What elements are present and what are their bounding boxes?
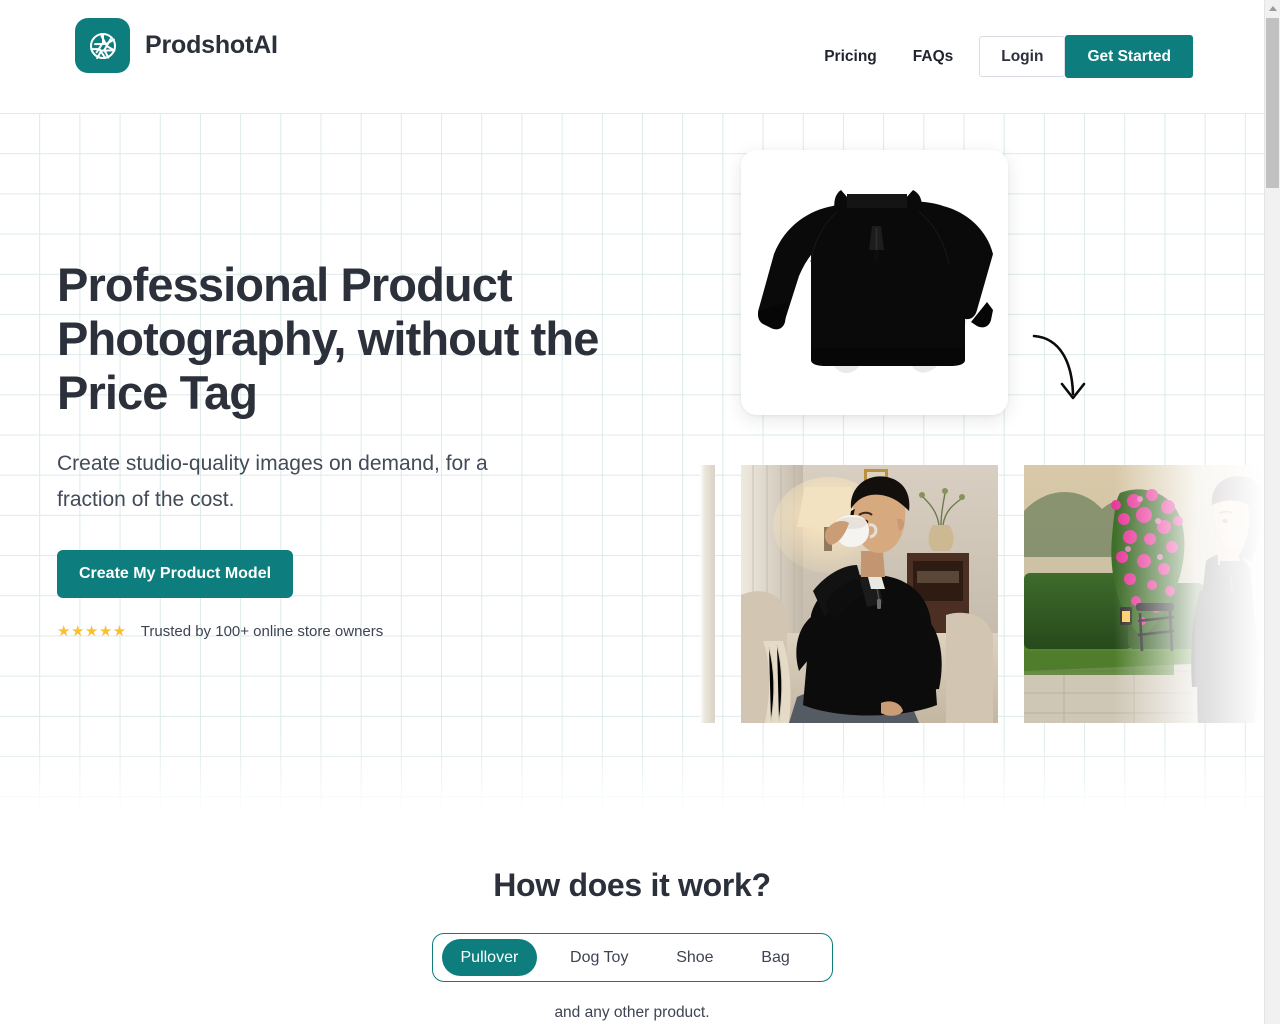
hero-subtitle: Create studio-quality images on demand, … xyxy=(57,452,488,511)
carousel-item[interactable] xyxy=(700,465,715,723)
aperture-icon xyxy=(75,18,130,73)
get-started-button[interactable]: Get Started xyxy=(1065,34,1193,79)
primary-nav: Pricing FAQs Login Get Started xyxy=(824,0,1193,113)
product-photo-card xyxy=(741,150,1008,415)
page-scrollbar[interactable] xyxy=(1264,0,1280,1024)
nav-link-faqs[interactable]: FAQs xyxy=(913,40,953,74)
page-viewport: ProdshotAI Pricing FAQs Login Get Starte… xyxy=(0,0,1264,1024)
grid-fade-overlay xyxy=(0,740,1264,830)
triangle-up-icon[interactable] xyxy=(1265,0,1280,16)
lifestyle-image-carousel[interactable] xyxy=(700,465,1264,723)
how-it-works-title: How does it work? xyxy=(493,867,771,903)
tab-pullover[interactable]: Pullover xyxy=(441,938,538,977)
carousel-track[interactable] xyxy=(700,465,1264,723)
trust-text: Trusted by 100+ online store owners xyxy=(140,622,384,640)
social-proof: ★★★★★ Trusted by 100+ online store owner… xyxy=(57,623,617,640)
product-type-tabs: Pullover Dog Toy Shoe Bag xyxy=(431,933,833,982)
page-title: Professional Product Photography, withou… xyxy=(57,258,599,419)
how-it-works-section: How does it work? Pullover Dog Toy Shoe … xyxy=(0,862,1264,1022)
brand-name: ProdshotAI xyxy=(145,31,278,59)
carousel-item[interactable] xyxy=(741,465,998,723)
brand-logo[interactable]: ProdshotAI xyxy=(75,18,278,73)
scrollbar-thumb[interactable] xyxy=(1266,18,1279,188)
login-button[interactable]: Login xyxy=(979,35,1066,78)
hero-section: Professional Product Photography, withou… xyxy=(57,258,617,640)
curved-down-arrow-icon xyxy=(1026,322,1096,422)
pullover-product-image xyxy=(741,150,1008,415)
carousel-item[interactable] xyxy=(1024,465,1264,723)
star-rating-icon: ★★★★★ xyxy=(57,622,127,640)
tab-shoe[interactable]: Shoe xyxy=(661,940,728,975)
site-header: ProdshotAI Pricing FAQs Login Get Starte… xyxy=(0,0,1264,113)
nav-link-pricing[interactable]: Pricing xyxy=(824,40,877,74)
carousel-fade-overlay xyxy=(1114,465,1264,723)
create-product-model-button[interactable]: Create My Product Model xyxy=(57,550,294,598)
tab-dog-toy[interactable]: Dog Toy xyxy=(555,940,643,975)
how-it-works-note: and any other product. xyxy=(554,1004,710,1021)
tab-bag[interactable]: Bag xyxy=(746,940,804,975)
